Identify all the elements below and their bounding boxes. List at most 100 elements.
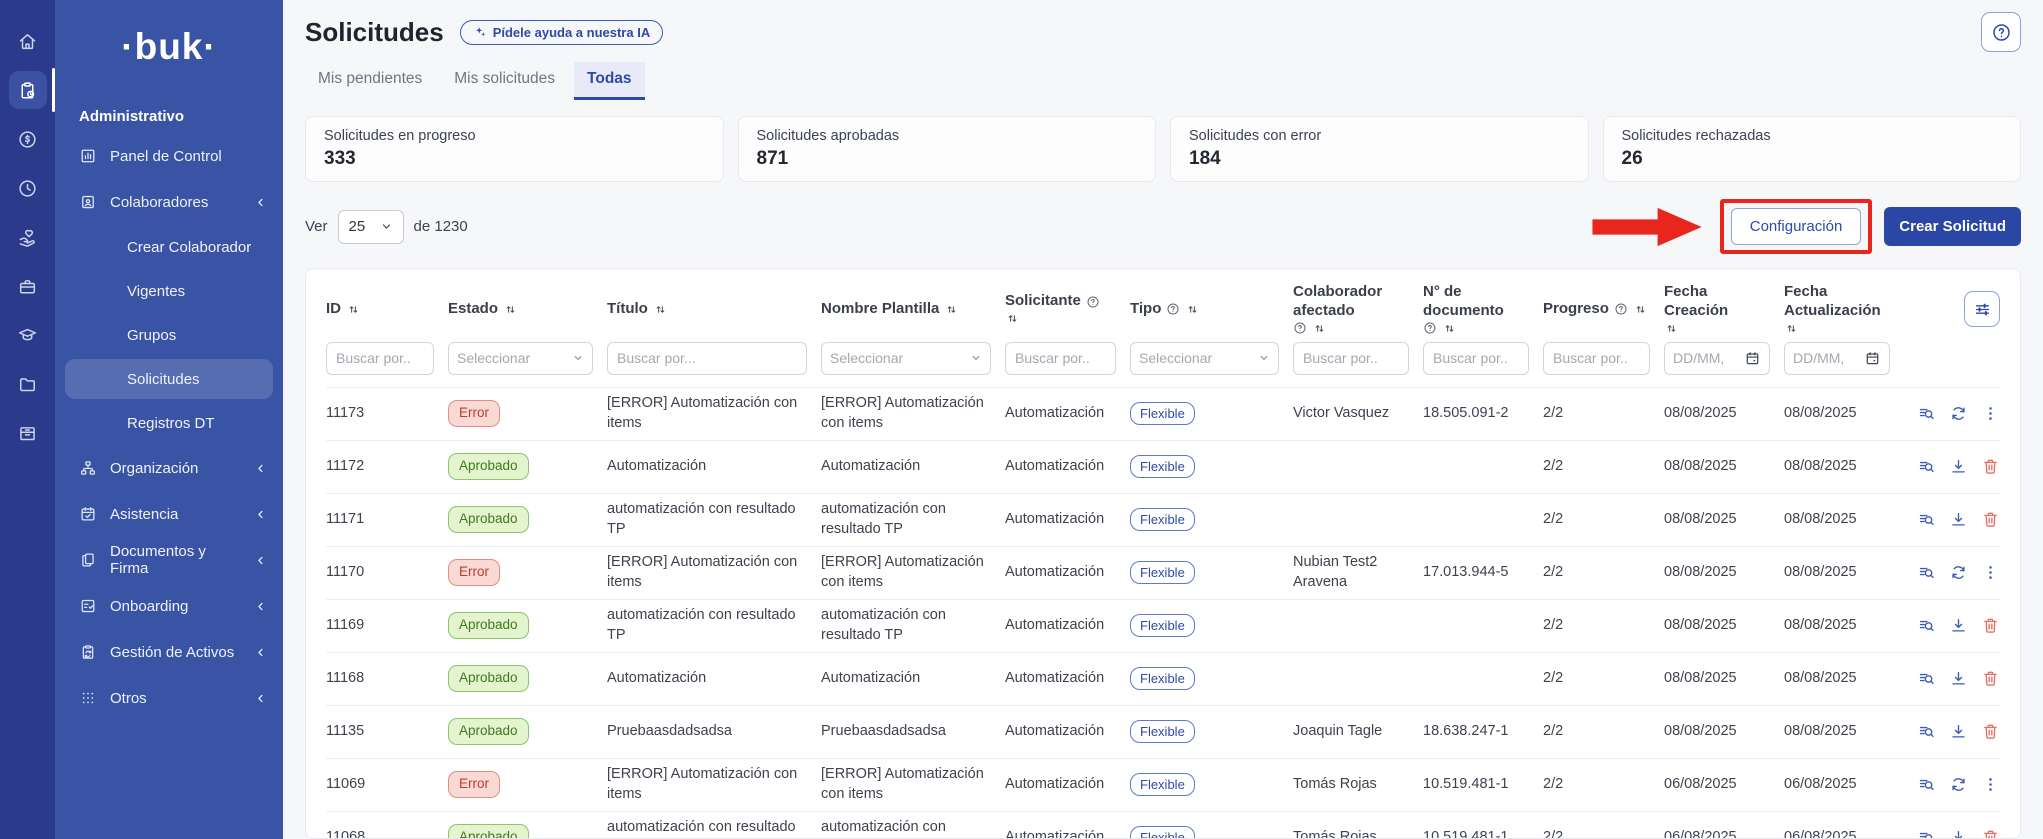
preview-action-button[interactable] [1917,563,1936,582]
status-badge: Aprobado [448,718,529,744]
tab-1[interactable]: Mis solicitudes [441,62,568,100]
filter-text-input[interactable] [1543,342,1650,375]
page-size-select[interactable]: 25 [338,210,404,244]
filter-select[interactable]: Seleccionar [1130,342,1279,375]
help-button[interactable] [1981,12,2021,52]
menu-action-button[interactable] [1981,775,2000,794]
rail-item-clock-icon[interactable] [9,169,47,207]
preview-icon [1917,457,1936,476]
filter-text-input[interactable] [326,342,434,375]
table-row[interactable]: 11172 Aprobado Automatización Automatiza… [326,440,2000,493]
table-row[interactable]: 11135 Aprobado Pruebaasdadsadsa Pruebaas… [326,705,2000,758]
download-action-button[interactable] [1949,457,1968,476]
preview-icon [1917,404,1936,423]
column-header[interactable]: ID [326,300,434,319]
column-header[interactable]: Título [607,300,807,319]
preview-action-button[interactable] [1917,457,1936,476]
filter-cell [607,342,807,375]
cell-estado: Aprobado [448,453,593,479]
filter-date-input[interactable]: DD/MM, [1664,342,1770,375]
table-row[interactable]: 11069 Error [ERROR] Automatización con i… [326,758,2000,811]
filter-text-input[interactable] [1005,342,1116,375]
sidebar-subitem[interactable]: Crear Colaborador [65,225,273,269]
refresh-action-button[interactable] [1949,563,1968,582]
filter-text-input[interactable] [1423,342,1529,375]
delete-action-button[interactable] [1981,828,2000,839]
column-header[interactable]: Fecha Actualiza­ción [1784,283,1890,336]
sidebar-item[interactable]: Panel de Control [55,133,283,179]
delete-action-button[interactable] [1981,510,2000,529]
download-action-button[interactable] [1949,510,1968,529]
preview-action-button[interactable] [1917,510,1936,529]
delete-action-button[interactable] [1981,722,2000,741]
filter-text-input[interactable] [1293,342,1409,375]
rail-item-folder-icon[interactable] [9,365,47,403]
preview-action-button[interactable] [1917,722,1936,741]
sidebar-item[interactable]: Documentos y Firma [55,537,283,583]
sidebar-subitem[interactable]: Registros DT [65,401,273,445]
column-header[interactable]: N° de documen­to [1423,283,1529,336]
delete-action-button[interactable] [1981,669,2000,688]
filter-date-input[interactable]: DD/MM, [1784,342,1890,375]
column-settings-button[interactable] [1964,291,2000,327]
download-action-button[interactable] [1949,616,1968,635]
column-header[interactable]: Solici­tante [1005,292,1116,326]
preview-action-button[interactable] [1917,404,1936,423]
table-row[interactable]: 11168 Aprobado Automatización Automatiza… [326,652,2000,705]
ai-help-button[interactable]: Pídele ayuda a nuestra IA [460,20,664,45]
download-action-button[interactable] [1949,828,1968,839]
cell-plantilla: Automatización [821,457,991,477]
column-header[interactable]: Progreso [1543,300,1650,319]
column-header[interactable]: Colabo­rador afectado [1293,283,1409,336]
filter-text-input[interactable] [607,342,807,375]
sidebar-item[interactable]: Gestión de Activos [55,629,283,675]
column-header[interactable]: Tipo [1130,300,1279,319]
delete-action-button[interactable] [1981,457,2000,476]
cell-plantilla: [ERROR] Automatización con items [821,765,991,804]
refresh-action-button[interactable] [1949,404,1968,423]
tab-0[interactable]: Mis pendientes [305,62,435,100]
menu-action-button[interactable] [1981,404,2000,423]
rail-item-briefcase-icon[interactable] [9,267,47,305]
preview-action-button[interactable] [1917,775,1936,794]
rail-item-archive-drawer-icon[interactable] [9,414,47,452]
crear-solicitud-button[interactable]: Crear Solicitud [1884,207,2021,246]
sidebar-item[interactable]: Colaboradores [55,179,283,225]
download-action-button[interactable] [1949,722,1968,741]
preview-action-button[interactable] [1917,828,1936,839]
preview-action-button[interactable] [1917,669,1936,688]
column-header[interactable]: Nombre Plantilla [821,300,991,319]
filter-select[interactable]: Seleccionar [821,342,991,375]
filter-select[interactable]: Seleccionar [448,342,593,375]
table-row[interactable]: 11171 Aprobado automatización con result… [326,493,2000,546]
rail-item-benefits-hand-heart-icon[interactable] [9,218,47,256]
cell-fecha-actualizacion: 08/08/2025 [1784,563,1890,583]
tab-2[interactable]: Todas [574,62,645,100]
table-row[interactable]: 11173 Error [ERROR] Automatización con i… [326,387,2000,440]
column-header[interactable]: Estado [448,300,593,319]
preview-action-button[interactable] [1917,616,1936,635]
column-header[interactable]: Fecha Creación [1664,283,1770,336]
rail-item-requests-clipboard-icon[interactable] [9,71,47,109]
rail-item-education-cap-icon[interactable] [9,316,47,354]
sidebar-subitem[interactable]: Vigentes [65,269,273,313]
delete-action-button[interactable] [1981,616,2000,635]
sidebar-subitem[interactable]: Solicitudes [65,359,273,399]
table-row[interactable]: 11169 Aprobado automatización con result… [326,599,2000,652]
sidebar-item[interactable]: Organización [55,445,283,491]
cell-id: 11169 [326,616,434,636]
refresh-action-button[interactable] [1949,775,1968,794]
sidebar-subitem[interactable]: Grupos [65,313,273,357]
download-action-button[interactable] [1949,669,1968,688]
table-row[interactable]: 11170 Error [ERROR] Automatización con i… [326,546,2000,599]
sidebar-item[interactable]: Otros [55,675,283,721]
rail-item-home-icon[interactable] [9,22,47,60]
tipo-badge: Flexible [1130,773,1195,797]
rail-item-payroll-dollar-icon[interactable] [9,120,47,158]
sidebar-item[interactable]: Asistencia [55,491,283,537]
configuracion-button[interactable]: Configuración [1731,208,1862,245]
cell-fecha-actualizacion: 08/08/2025 [1784,669,1890,689]
menu-action-button[interactable] [1981,563,2000,582]
sidebar-item[interactable]: Onboarding [55,583,283,629]
table-row[interactable]: 11068 Aprobado automatización con result… [326,811,2000,839]
